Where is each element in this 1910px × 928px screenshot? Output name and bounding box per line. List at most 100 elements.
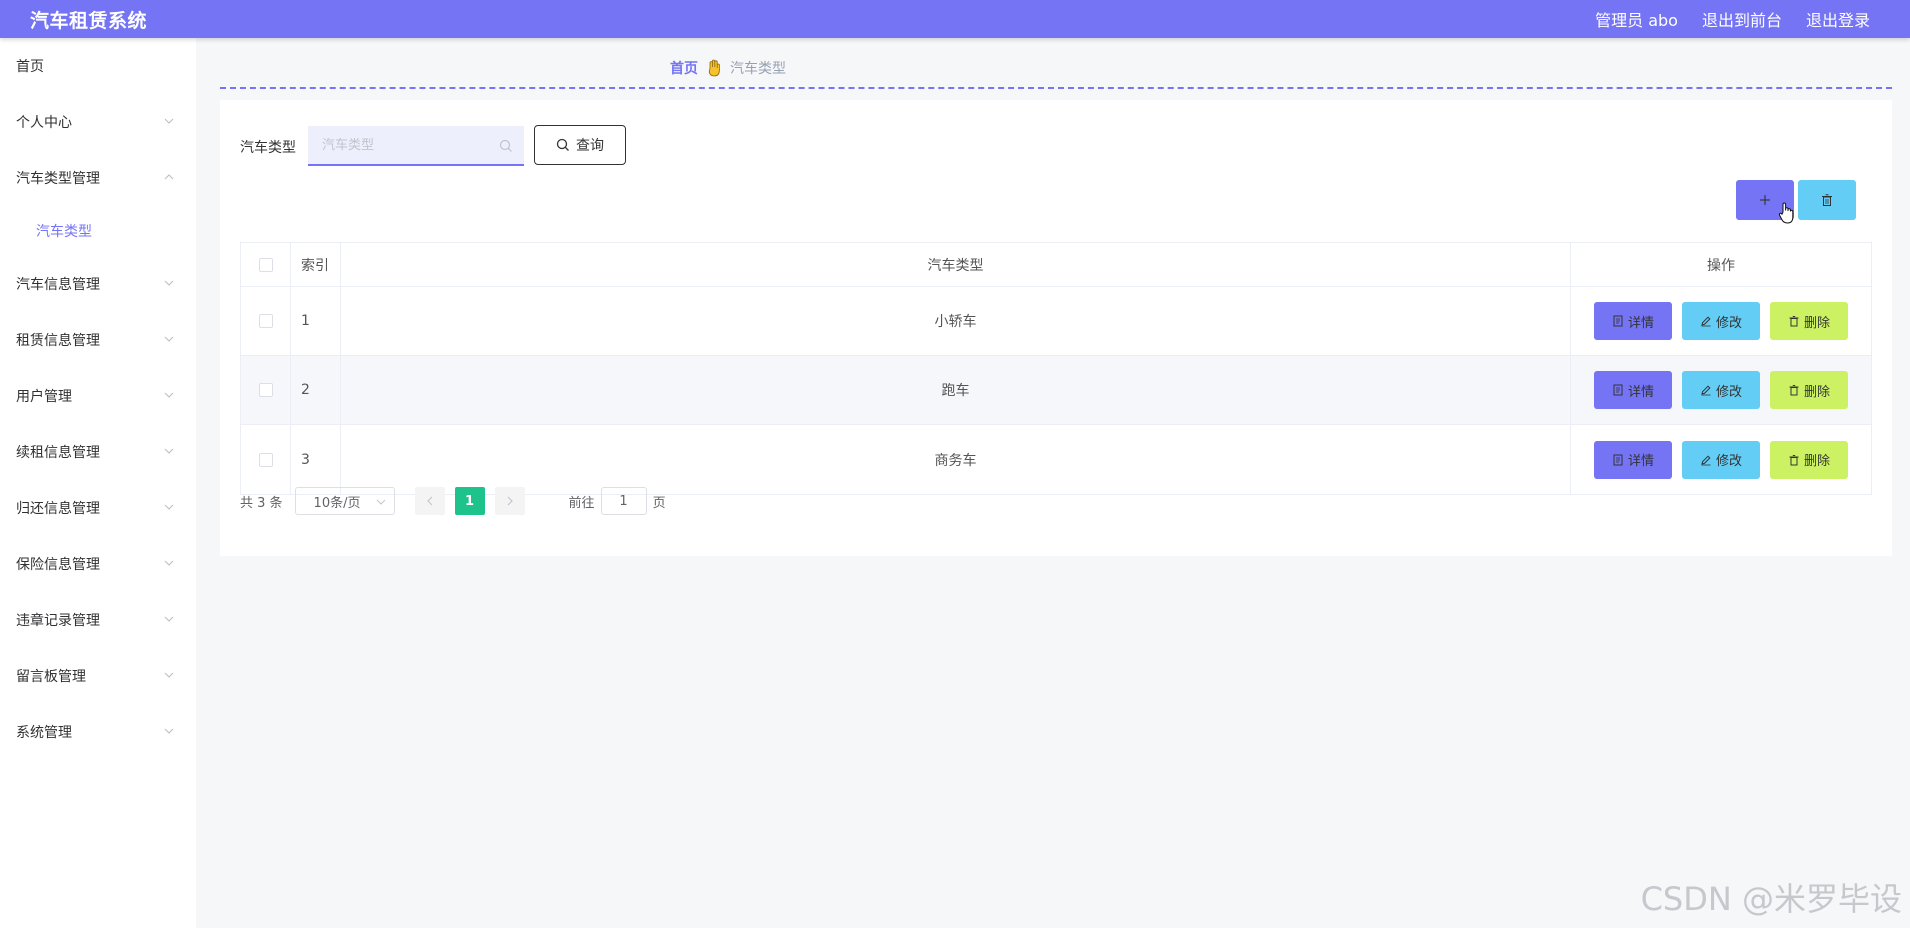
delete-button[interactable]: 删除 [1770,440,1848,479]
chevron-up-icon [164,174,174,180]
delete-button[interactable]: 删除 [1770,302,1848,340]
edit-button[interactable]: 修改 [1682,302,1760,340]
goto-page-input[interactable]: 1 [600,487,647,515]
row-index: 2 [291,356,341,424]
car-type-table: 索引 汽车类型 操作 1 小轿车 详情 修改 删除 2 跑车 详情 修改 删除 … [240,242,1872,495]
sidebar-item-label: 租赁信息管理 [16,333,100,349]
trash-icon [1789,385,1799,396]
trash-icon [1822,194,1832,206]
table-header-row: 索引 汽车类型 操作 [241,243,1871,287]
detail-button[interactable]: 详情 [1594,440,1672,479]
row-car-type: 商务车 [341,425,1571,494]
sidebar-item-message-board-mgmt[interactable]: 留言板管理 [0,648,196,704]
table-row: 1 小轿车 详情 修改 删除 [241,287,1871,356]
sidebar-item-car-info-mgmt[interactable]: 汽车信息管理 [0,256,196,312]
sidebar-item-label: 汽车类型 [36,224,92,240]
trash-icon [1789,316,1799,327]
app-title: 汽车租赁系统 [30,9,148,32]
detail-label: 详情 [1627,315,1654,331]
admin-user-label: 管理员 abo [1595,11,1678,30]
detail-button[interactable]: 详情 [1594,302,1672,340]
detail-button[interactable]: 详情 [1594,371,1672,409]
row-car-type: 跑车 [341,356,1571,424]
prev-page-button[interactable] [414,487,445,515]
search-icon [556,138,569,151]
sidebar-item-return-mgmt[interactable]: 归还信息管理 [0,480,196,536]
sidebar-item-label: 首页 [16,59,44,75]
goto-prefix: 前往 [568,495,595,511]
row-checkbox-cell [241,287,291,355]
sidebar-item-renewal-mgmt[interactable]: 续租信息管理 [0,424,196,480]
sidebar: 首页 个人中心 汽车类型管理 汽车类型 汽车信息管理 租赁信息管理 用户管理 续… [0,38,196,928]
detail-label: 详情 [1627,384,1654,400]
page-number-current[interactable]: 1 [454,487,485,515]
sidebar-item-personal-center[interactable]: 个人中心 [0,94,196,150]
select-all-checkbox[interactable] [258,257,273,272]
sidebar-item-label: 留言板管理 [16,669,86,685]
document-icon [1613,384,1623,396]
page-size-value: 10条/页 [313,495,361,511]
query-button-label: 查询 [576,138,604,154]
search-input[interactable] [322,137,492,153]
sidebar-item-label: 违章记录管理 [16,613,100,629]
breadcrumb: 首页 汽车类型 [670,58,786,78]
chevron-down-icon [164,616,174,622]
row-index: 3 [291,425,341,494]
main-content: 首页 汽车类型 汽车类型 查询 索引 汽车类型 [196,38,1910,928]
breadcrumb-divider [220,87,1892,89]
back-to-front-link[interactable]: 退出到前台 [1702,7,1782,31]
detail-label: 详情 [1627,454,1654,469]
page-jumper: 前往 1 页 [569,487,666,515]
sidebar-item-violation-mgmt[interactable]: 违章记录管理 [0,592,196,648]
column-header-car-type: 汽车类型 [341,243,1571,286]
chevron-down-icon [376,499,385,505]
sidebar-item-system-mgmt[interactable]: 系统管理 [0,704,196,760]
sidebar-item-label: 系统管理 [16,725,72,741]
sidebar-item-label: 归还信息管理 [16,501,100,517]
edit-label: 修改 [1715,315,1742,331]
row-car-type: 小轿车 [341,287,1571,355]
batch-delete-button[interactable] [1798,180,1856,220]
next-page-button[interactable] [494,487,525,515]
document-icon [1613,454,1623,465]
delete-label: 删除 [1803,315,1830,331]
sidebar-item-rental-info-mgmt[interactable]: 租赁信息管理 [0,312,196,368]
sidebar-item-insurance-mgmt[interactable]: 保险信息管理 [0,536,196,592]
column-header-index: 索引 [291,243,341,286]
delete-label: 删除 [1803,454,1830,469]
chevron-down-icon [164,280,174,286]
delete-button[interactable]: 删除 [1770,371,1848,409]
sidebar-item-label: 汽车信息管理 [16,277,100,293]
row-checkbox[interactable] [258,383,273,397]
search-label: 汽车类型 [240,140,296,156]
top-header: 汽车租赁系统 管理员 abo 退出到前台 退出登录 [0,0,1910,38]
edit-button[interactable]: 修改 [1682,440,1760,479]
chevron-down-icon [164,448,174,454]
query-button[interactable]: 查询 [534,125,626,165]
sidebar-subitem-car-type[interactable]: 汽车类型 [0,206,196,256]
sidebar-item-label: 用户管理 [16,389,72,405]
sidebar-item-car-type-mgmt[interactable]: 汽车类型管理 [0,150,196,206]
logout-link[interactable]: 退出登录 [1806,7,1870,31]
chevron-down-icon [164,672,174,678]
table-row: 3 商务车 详情 修改 删除 [241,425,1871,494]
page-size-select[interactable]: 10条/页 [294,487,395,515]
sidebar-item-label: 保险信息管理 [16,557,100,573]
edit-button[interactable]: 修改 [1682,371,1760,409]
sidebar-item-user-mgmt[interactable]: 用户管理 [0,368,196,424]
breadcrumb-home[interactable]: 首页 [670,58,698,78]
column-header-operations: 操作 [1707,257,1735,274]
edit-pencil-icon [1701,454,1711,465]
row-checkbox[interactable] [258,452,273,467]
chevron-right-icon [507,496,513,506]
sidebar-item-label: 个人中心 [16,115,72,131]
delete-label: 删除 [1803,384,1830,400]
row-checkbox[interactable] [258,314,273,328]
chevron-down-icon [164,118,174,124]
chevron-down-icon [164,392,174,398]
document-icon [1613,315,1623,327]
row-actions: 详情 修改 删除 [1571,356,1871,424]
sidebar-item-home[interactable]: 首页 [0,38,196,94]
row-checkbox-cell [241,425,291,494]
row-actions: 详情 修改 删除 [1571,287,1871,355]
